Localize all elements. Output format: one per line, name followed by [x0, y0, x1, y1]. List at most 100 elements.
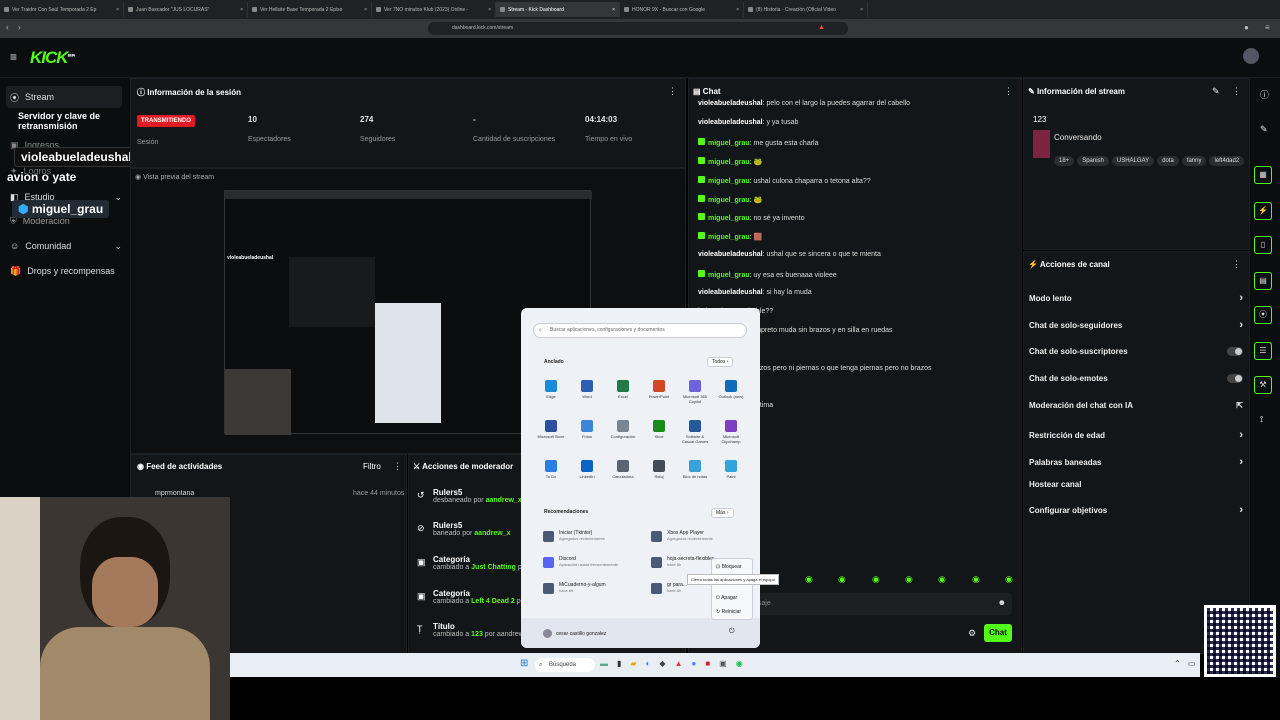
browser-tab[interactable]: HONOR 9X - Buscar con Google ×	[620, 2, 744, 17]
lock-option[interactable]: ⊡ Bloquear	[716, 564, 742, 570]
edit-icon[interactable]: ✎	[1212, 86, 1220, 97]
sidebar-item-community[interactable]: ☺ Comunidad ⌄	[6, 235, 122, 257]
url-field[interactable]: dashboard.kick.com/stream	[428, 22, 848, 35]
start-app[interactable]: Paint	[716, 460, 746, 479]
wrench-icon[interactable]: ⚒	[1254, 376, 1272, 394]
widgets-icon[interactable]: ▬	[600, 659, 608, 668]
chat-icon[interactable]: ▤	[1254, 272, 1272, 290]
tag[interactable]: left4dad2	[1209, 156, 1245, 166]
browser-tab[interactable]: Ver Traidor Con Saúl Temporada 2 Ep ×	[0, 2, 124, 17]
folder-icon[interactable]: ▰	[630, 659, 636, 668]
channel-action-item[interactable]: Chat de solo-seguidores ›	[1029, 319, 1243, 331]
start-app[interactable]: To Do	[536, 460, 566, 479]
emote-icon[interactable]: ◉	[938, 574, 946, 585]
close-icon[interactable]: ×	[736, 7, 739, 13]
qr-code[interactable]	[1204, 605, 1276, 677]
start-app[interactable]: Reloj	[644, 460, 674, 479]
chat-send-button[interactable]: Chat	[984, 624, 1012, 642]
channel-action-item[interactable]: Palabras baneadas ›	[1029, 456, 1243, 468]
restart-option[interactable]: ↻ Reiniciar	[716, 609, 741, 615]
tag[interactable]: 18+	[1054, 156, 1075, 166]
user-account[interactable]: cesar castillo gonzalez	[543, 629, 606, 638]
profile-icon[interactable]: ●	[1244, 23, 1249, 32]
start-app[interactable]: Configuración	[608, 420, 638, 439]
more-icon[interactable]: ⋮	[668, 86, 677, 97]
browser-tab[interactable]: Ver 7NO minutos Klub (2023) Online - ×	[372, 2, 496, 17]
power-icon[interactable]: ⏻	[729, 628, 735, 636]
start-search-input[interactable]: ⌕ Buscar aplicaciones, configuraciones y …	[533, 323, 747, 338]
start-app[interactable]: Outlook (new)	[716, 380, 746, 399]
emote-icon[interactable]: ◉	[838, 574, 846, 585]
close-icon[interactable]: ×	[860, 7, 863, 13]
chat-input[interactable]: nsaje ☻	[746, 593, 1012, 615]
tag[interactable]: fanny	[1181, 156, 1207, 166]
emote-icon[interactable]: ◉	[872, 574, 880, 585]
recommended-item[interactable]: Iniciar (Tkinter) Agregados recientemente	[543, 530, 643, 542]
close-icon[interactable]: ×	[612, 7, 615, 13]
all-apps-button[interactable]: Todos ›	[707, 357, 734, 367]
recommended-item[interactable]: MiCuaderno-y-algum hace 8h	[543, 582, 643, 594]
start-app[interactable]: Excel	[608, 380, 638, 399]
browser-tab[interactable]: Ver Hellsite Base Temporada 2 Episo ×	[248, 2, 372, 17]
toggle-switch[interactable]	[1227, 374, 1243, 383]
close-icon[interactable]: ×	[488, 7, 491, 13]
broadcast-icon[interactable]: ⦿	[1254, 306, 1272, 324]
close-icon[interactable]: ×	[364, 7, 367, 13]
channel-action-item[interactable]: Moderación del chat con IA ⇱	[1029, 401, 1243, 410]
start-app[interactable]: Microsoft Clipchamp	[716, 420, 746, 444]
info-icon[interactable]: ⓘ	[1260, 88, 1269, 101]
tag[interactable]: dota	[1157, 156, 1179, 166]
more-icon[interactable]: ⋮	[393, 461, 402, 472]
browser-tab[interactable]: (8) Historia - Creación (Oficial Video ×	[744, 2, 868, 17]
taskbar-search[interactable]: ⌕ Búsqueda	[535, 658, 595, 672]
start-app[interactable]: Microsoft Store	[536, 420, 566, 439]
channel-action-item[interactable]: Hostear canal	[1029, 480, 1243, 489]
tray-icon[interactable]: ▭	[1188, 659, 1196, 668]
start-app[interactable]: Edge	[536, 380, 566, 399]
bolt-icon[interactable]: ⚡	[1254, 202, 1272, 220]
emote-icon[interactable]: ◉	[1005, 574, 1013, 585]
filter-button[interactable]: Filtro	[363, 462, 381, 471]
sidebar-item-server-key[interactable]: Servidor y clave de retransmisión	[14, 110, 130, 132]
list-icon[interactable]: ☰	[1254, 342, 1272, 360]
share-icon[interactable]: ⟟	[1260, 414, 1263, 425]
channel-action-item[interactable]: Chat de solo-emotes	[1029, 374, 1243, 383]
emote-icon[interactable]: ◉	[972, 574, 980, 585]
start-app[interactable]: Solitaire & Casual Games	[680, 420, 710, 444]
recommended-item[interactable]: Discord Aplicación usada frecuentemente	[543, 556, 643, 568]
back-icon[interactable]: ‹	[6, 23, 9, 32]
brave-icon[interactable]: ▲	[675, 659, 683, 668]
start-app[interactable]: Calculadora	[608, 460, 638, 479]
channel-action-item[interactable]: Configurar objetivos ›	[1029, 504, 1243, 516]
start-app[interactable]: PowerPoint	[644, 380, 674, 399]
more-icon[interactable]: ⋮	[1232, 86, 1241, 97]
start-app[interactable]: Microsoft 365 Copilot	[680, 380, 710, 404]
doc-icon[interactable]: ▯	[1254, 236, 1272, 254]
channel-action-item[interactable]: Modo lento ›	[1029, 292, 1243, 304]
sidebar-item-drops[interactable]: 🎁 Drops y recompensas	[6, 260, 122, 282]
settings-icon[interactable]: ⚙	[968, 628, 976, 639]
sidebar-item-stream[interactable]: ⦿ Stream	[6, 86, 122, 108]
discord-icon[interactable]: ●	[691, 659, 696, 668]
shutdown-option[interactable]: ⏻ Apagar	[716, 595, 737, 601]
start-app[interactable]: Xbox	[644, 420, 674, 439]
menu-icon[interactable]: ≡	[1265, 23, 1270, 32]
emote-icon[interactable]: ☻	[998, 598, 1006, 607]
app-icon[interactable]: ▣	[719, 659, 727, 668]
channel-action-item[interactable]: Chat de solo-suscriptores	[1029, 347, 1243, 356]
app-icon[interactable]: ◆	[659, 659, 665, 668]
close-icon[interactable]: ×	[240, 7, 243, 13]
emote-icon[interactable]: ◉	[905, 574, 913, 585]
more-icon[interactable]: ⋮	[1232, 259, 1241, 270]
pencil-icon[interactable]: ✎	[1260, 124, 1268, 135]
app-icon[interactable]: ■	[705, 659, 710, 668]
start-app[interactable]: Word	[572, 380, 602, 399]
tag[interactable]: USHALGAY	[1111, 156, 1155, 166]
avatar[interactable]	[1243, 48, 1259, 64]
channel-action-item[interactable]: Restricción de edad ›	[1029, 429, 1243, 441]
hamburger-icon[interactable]: ≡	[10, 50, 17, 64]
start-app[interactable]: LinkedIn	[572, 460, 602, 479]
start-app[interactable]: Fotos	[572, 420, 602, 439]
task-view-icon[interactable]: ▮	[617, 659, 621, 668]
more-button[interactable]: Más ›	[711, 508, 734, 518]
